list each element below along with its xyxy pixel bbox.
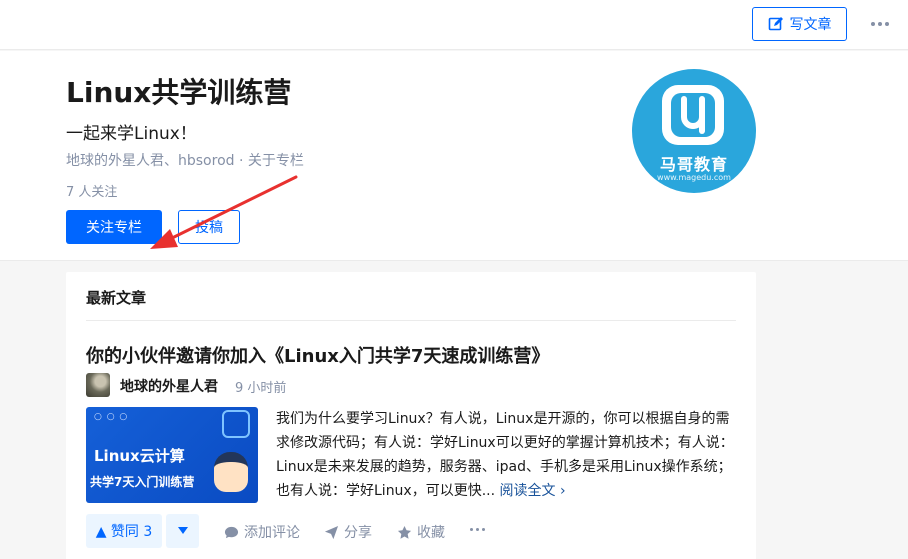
more-dot-icon — [871, 22, 875, 26]
more-dot-icon — [878, 22, 882, 26]
thumbnail-logo-icon — [222, 410, 250, 438]
share-icon — [324, 525, 339, 539]
favorite-label: 收藏 — [417, 525, 445, 541]
column-logo: 马哥教育 www.magedu.com — [632, 69, 756, 193]
column-authors[interactable]: 地球的外星人君、hbsorod · 关于专栏 — [66, 150, 304, 170]
logo-url-text: www.magedu.com — [657, 173, 731, 182]
more-options-button[interactable] — [866, 12, 894, 36]
read-more-link[interactable]: 阅读全文 › — [500, 483, 566, 499]
article-title[interactable]: 你的小伙伴邀请你加入《Linux入门共学7天速成训练营》 — [86, 342, 549, 368]
more-dot-icon — [470, 528, 473, 531]
thumbnail-heading: Linux云计算 — [94, 447, 185, 465]
more-dot-icon — [885, 22, 889, 26]
article-actions: ▲ 赞同 3 添加评论 分享 收藏 — [86, 514, 736, 548]
add-comment-label: 添加评论 — [244, 525, 300, 541]
more-dot-icon — [482, 528, 485, 531]
thumbnail-subheading: 共学7天入门训练营 — [90, 475, 195, 489]
post-time: 9 小时前 — [235, 381, 287, 396]
triangle-down-icon — [177, 527, 188, 534]
author-name[interactable]: 地球的外星人君 — [120, 376, 218, 396]
downvote-button[interactable] — [166, 514, 199, 548]
article-more-button[interactable] — [470, 528, 485, 531]
column-title: Linux共学训练营 — [66, 76, 292, 109]
article-excerpt: 我们为什么要学习Linux？有人说，Linux是开源的，你可以根据自身的需求修改… — [276, 407, 738, 503]
edit-icon — [768, 17, 783, 31]
cartoon-character-icon — [214, 452, 248, 492]
upvote-label: ▲ 赞同 3 — [95, 524, 153, 540]
upvote-button[interactable]: ▲ 赞同 3 — [86, 514, 162, 548]
follow-column-button[interactable]: 关注专栏 — [66, 210, 162, 244]
section-title: 最新文章 — [86, 289, 147, 307]
thumbnail-dots-icon: ○ ○ ○ — [94, 412, 129, 422]
top-bar: 写文章 — [0, 0, 908, 50]
latest-articles-card: 最新文章 你的小伙伴邀请你加入《Linux入门共学7天速成训练营》 地球的外星人… — [66, 272, 756, 559]
add-comment-button[interactable]: 添加评论 — [224, 522, 300, 542]
comment-icon — [224, 526, 239, 538]
share-button[interactable]: 分享 — [324, 522, 372, 542]
favorite-button[interactable]: 收藏 — [397, 522, 445, 542]
submit-article-button[interactable]: 投稿 — [178, 210, 240, 244]
more-dot-icon — [476, 528, 479, 531]
avatar[interactable] — [86, 373, 110, 397]
logo-brand-text: 马哥教育 — [659, 155, 728, 174]
write-article-button[interactable]: 写文章 — [752, 7, 847, 41]
article-thumbnail[interactable]: ○ ○ ○ Linux云计算 共学7天入门训练营 — [86, 407, 258, 503]
column-description: 一起来学Linux！ — [66, 124, 197, 144]
star-icon — [397, 525, 412, 539]
column-followers: 7 人关注 — [66, 185, 118, 200]
divider — [86, 320, 736, 321]
column-header: Linux共学训练营 一起来学Linux！ 地球的外星人君、hbsorod · … — [0, 51, 908, 261]
write-article-label: 写文章 — [789, 17, 832, 33]
share-label: 分享 — [344, 525, 372, 541]
